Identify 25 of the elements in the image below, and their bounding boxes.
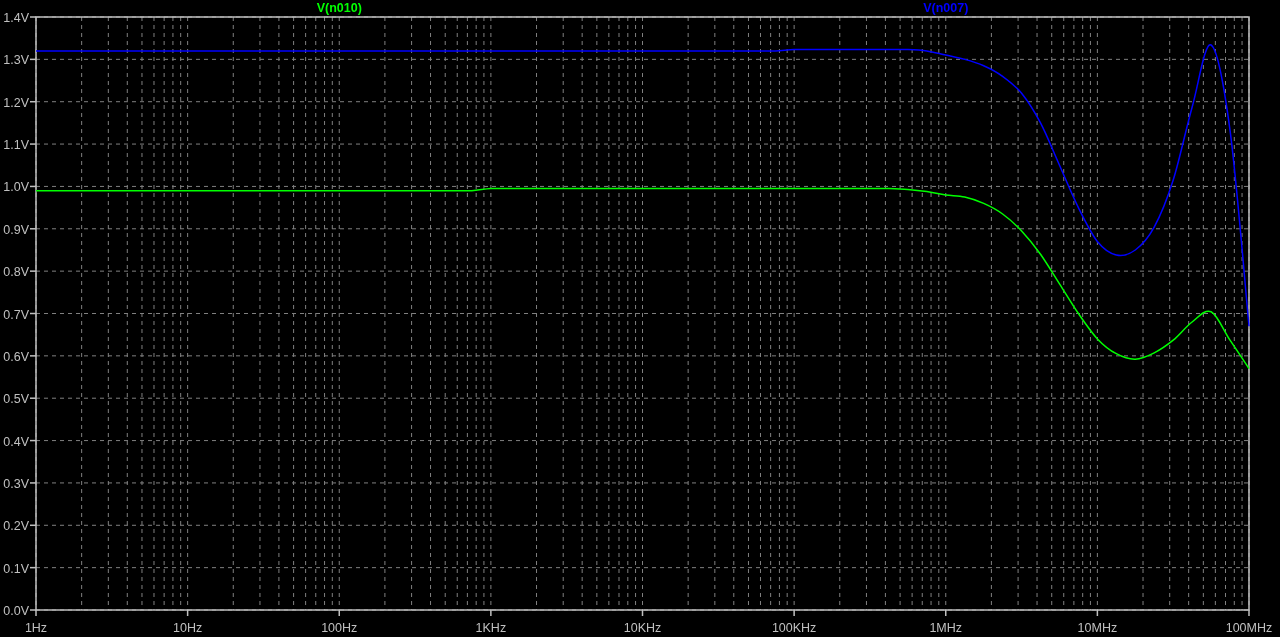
- x-tick-label: 1Hz: [24, 621, 48, 635]
- x-tick-label: 100MHz: [1225, 621, 1273, 635]
- y-tick-label: 0.6V: [3, 349, 29, 364]
- y-tick-label: 1.1V: [3, 138, 29, 153]
- y-tick-label: 0.3V: [3, 476, 29, 491]
- y-tick-label: 0.5V: [3, 392, 29, 407]
- y-tick-label: 0.0V: [3, 604, 29, 618]
- y-tick-label: 1.0V: [3, 180, 29, 195]
- x-tick-label: 10KHz: [623, 621, 662, 635]
- trace-label[interactable]: V(n010): [316, 1, 362, 15]
- y-tick-label: 0.9V: [3, 222, 29, 237]
- y-tick-label: 1.4V: [3, 11, 29, 25]
- y-tick-label: 0.1V: [3, 561, 29, 576]
- y-tick-label: 0.2V: [3, 519, 29, 534]
- x-tick-label: 100KHz: [771, 621, 817, 635]
- y-tick-label: 0.8V: [3, 265, 29, 280]
- y-tick-label: 1.3V: [3, 53, 29, 68]
- x-tick-label: 10MHz: [1077, 621, 1118, 635]
- y-tick-label: 1.2V: [3, 95, 29, 110]
- y-tick-label: 0.4V: [3, 434, 29, 449]
- x-tick-label: 1KHz: [475, 621, 507, 635]
- x-tick-label: 100Hz: [321, 621, 358, 635]
- y-tick-label: 0.7V: [3, 307, 29, 322]
- x-tick-label: 10Hz: [173, 621, 203, 635]
- x-tick-label: 1MHz: [929, 621, 963, 635]
